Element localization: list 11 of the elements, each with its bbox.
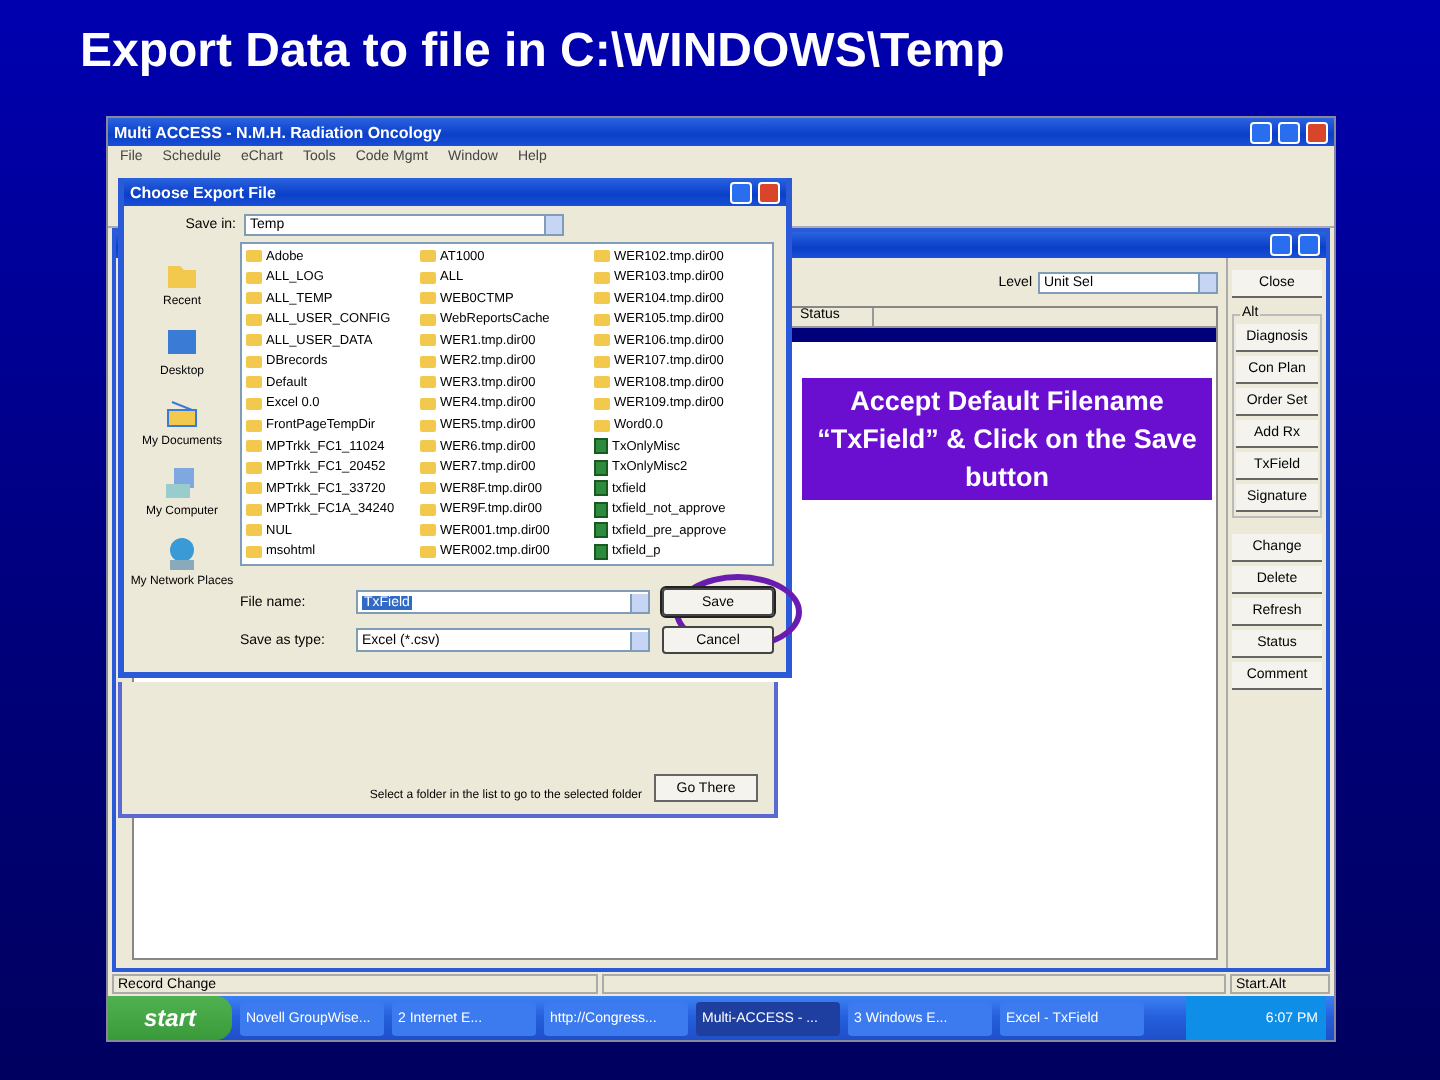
maximize-button[interactable]	[1278, 121, 1300, 143]
minimize-button[interactable]	[1250, 121, 1272, 143]
help-button[interactable]	[730, 181, 752, 203]
close-button[interactable]	[758, 181, 780, 203]
callout-text: Accept Default Filename “TxField” & Click on the Save button	[802, 378, 1212, 500]
window-title: Multi ACCESS - N.M.H. Radiation Oncology	[114, 123, 444, 141]
dialog-title: Choose Export File	[130, 183, 278, 201]
slide-title: Export Data to file in C:\WINDOWS\Temp	[80, 24, 1005, 80]
minimize-button[interactable]	[1270, 234, 1292, 256]
close-button[interactable]	[1306, 121, 1328, 143]
maximize-button[interactable]	[1298, 234, 1320, 256]
